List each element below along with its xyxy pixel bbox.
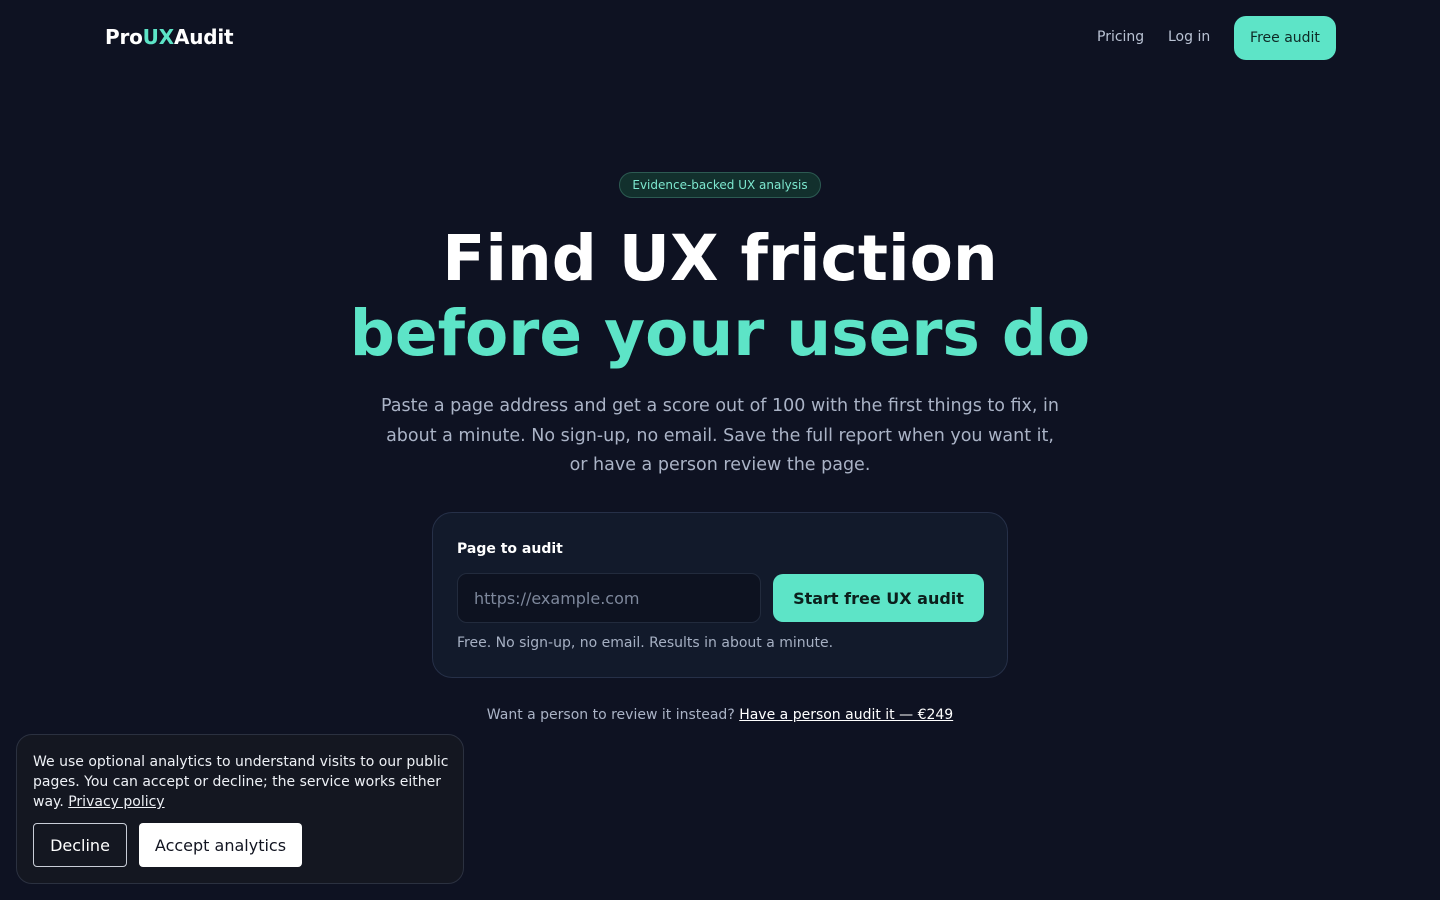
privacy-policy-link[interactable]: Privacy policy xyxy=(68,794,164,810)
audit-form-note: Free. No sign-up, no email. Results in a… xyxy=(457,635,834,651)
logo[interactable]: ProUXAudit xyxy=(105,25,234,49)
hero-title-line-1: Find UX friction xyxy=(442,222,998,295)
site-header: ProUXAudit Pricing Log in Free audit xyxy=(0,0,1440,76)
person-review-line: Want a person to review it instead? Have… xyxy=(0,707,1440,723)
nav-pricing-link[interactable]: Pricing xyxy=(1097,29,1144,45)
cookie-banner: We use optional analytics to understand … xyxy=(16,734,464,884)
person-review-prompt: Want a person to review it instead? xyxy=(486,707,735,723)
hero-subtitle: Paste a page address and get a score out… xyxy=(381,396,1059,475)
free-audit-button[interactable]: Free audit xyxy=(1234,16,1336,60)
cookie-banner-text: We use optional analytics to understand … xyxy=(33,752,453,812)
person-audit-link[interactable]: Have a person audit it — €249 xyxy=(739,707,953,723)
audit-form-card: Page to audit Start free UX audit Free. … xyxy=(432,512,1008,678)
audit-url-label: Page to audit xyxy=(457,541,563,557)
start-audit-button[interactable]: Start free UX audit xyxy=(773,574,984,622)
audit-url-input[interactable] xyxy=(457,573,761,623)
nav-login-link[interactable]: Log in xyxy=(1168,29,1210,45)
accept-analytics-button[interactable]: Accept analytics xyxy=(139,823,302,867)
logo-part-audit: Audit xyxy=(173,25,234,49)
hero-badge: Evidence-backed UX analysis xyxy=(619,172,821,198)
logo-part-pro: Pro xyxy=(105,25,143,49)
decline-analytics-button[interactable]: Decline xyxy=(33,823,127,867)
logo-part-ux: UX xyxy=(142,25,174,49)
hero-title-line-2: before your users do xyxy=(349,297,1091,370)
